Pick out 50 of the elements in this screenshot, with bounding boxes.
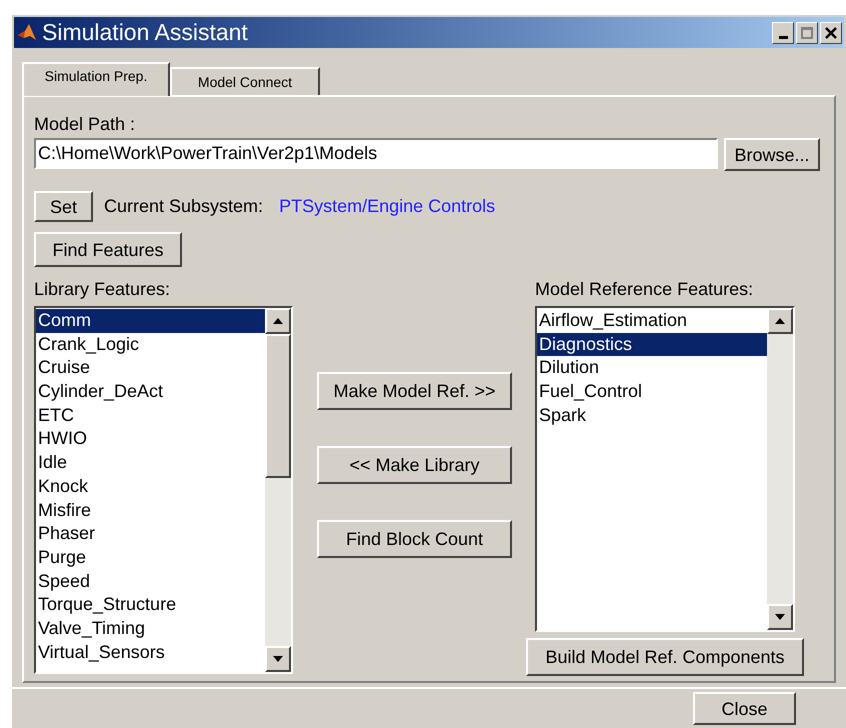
minimize-button[interactable] — [772, 22, 794, 44]
minimize-icon — [778, 36, 788, 38]
list-item[interactable]: Virtual_Sensors — [36, 640, 265, 664]
scrollbar[interactable] — [265, 308, 291, 672]
list-label: Model Reference Features: — [535, 280, 754, 298]
scroll-up-icon[interactable] — [767, 308, 793, 334]
list-label: Library Features: — [34, 280, 170, 298]
find-features-button[interactable]: Find Features — [34, 232, 182, 267]
list-item[interactable]: Misfire — [36, 498, 265, 522]
list-item[interactable]: Idle — [36, 451, 265, 475]
field-label: Model Path : — [34, 115, 136, 133]
close-dialog-button[interactable]: Close — [693, 692, 796, 725]
maximize-icon — [801, 26, 813, 38]
list-item[interactable]: Cylinder_DeAct — [36, 380, 265, 404]
list-item[interactable]: Airflow_Estimation — [537, 309, 767, 333]
tab[interactable]: Simulation Prep. — [22, 62, 170, 96]
subsystem-value: PTSystem/Engine Controls — [279, 195, 496, 218]
build-button[interactable]: Build Model Ref. Components — [526, 638, 804, 676]
list-item[interactable]: Comm — [36, 309, 265, 333]
scroll-up-icon[interactable] — [265, 308, 291, 334]
set-button[interactable]: Set — [34, 191, 93, 222]
path-field[interactable]: C:\Home\Work\PowerTrain\Ver2p1\Models — [34, 138, 718, 169]
subsystem-label: Current Subsystem: — [104, 195, 264, 218]
close-icon — [825, 26, 837, 38]
list-item[interactable]: HWIO — [36, 427, 265, 452]
list-item[interactable]: Fuel_Control — [537, 380, 767, 404]
action-button[interactable]: Make Model Ref. >> — [317, 372, 512, 410]
list-item[interactable]: Valve_Timing — [36, 616, 265, 641]
scroll-down-icon[interactable] — [265, 646, 291, 672]
maximize-button[interactable] — [796, 22, 818, 44]
list-item[interactable]: Speed — [36, 570, 265, 594]
scrollbar[interactable] — [767, 308, 793, 630]
list-item[interactable]: Crank_Logic — [36, 332, 265, 356]
window-title: Simulation Assistant — [42, 18, 249, 48]
scroll-down-icon[interactable] — [767, 604, 793, 630]
list-item[interactable]: Diagnostics — [537, 332, 767, 356]
list-item[interactable]: Phaser — [36, 522, 265, 546]
browse-button[interactable]: Browse... — [724, 138, 820, 171]
action-button[interactable]: << Make Library — [317, 446, 512, 484]
action-button[interactable]: Find Block Count — [317, 520, 512, 558]
list-item[interactable]: Knock — [36, 474, 265, 498]
list-item[interactable]: Purge — [36, 546, 265, 570]
list-item[interactable]: Spark — [537, 404, 767, 428]
scroll-thumb[interactable] — [265, 334, 291, 478]
list-item[interactable]: Cruise — [36, 356, 265, 380]
tab[interactable]: Model Connect — [170, 67, 320, 95]
list-item[interactable]: ETC — [36, 404, 265, 428]
close-button[interactable] — [820, 22, 842, 44]
list-item[interactable]: Torque_Structure — [36, 593, 265, 617]
list-item[interactable]: Dilution — [537, 356, 767, 380]
